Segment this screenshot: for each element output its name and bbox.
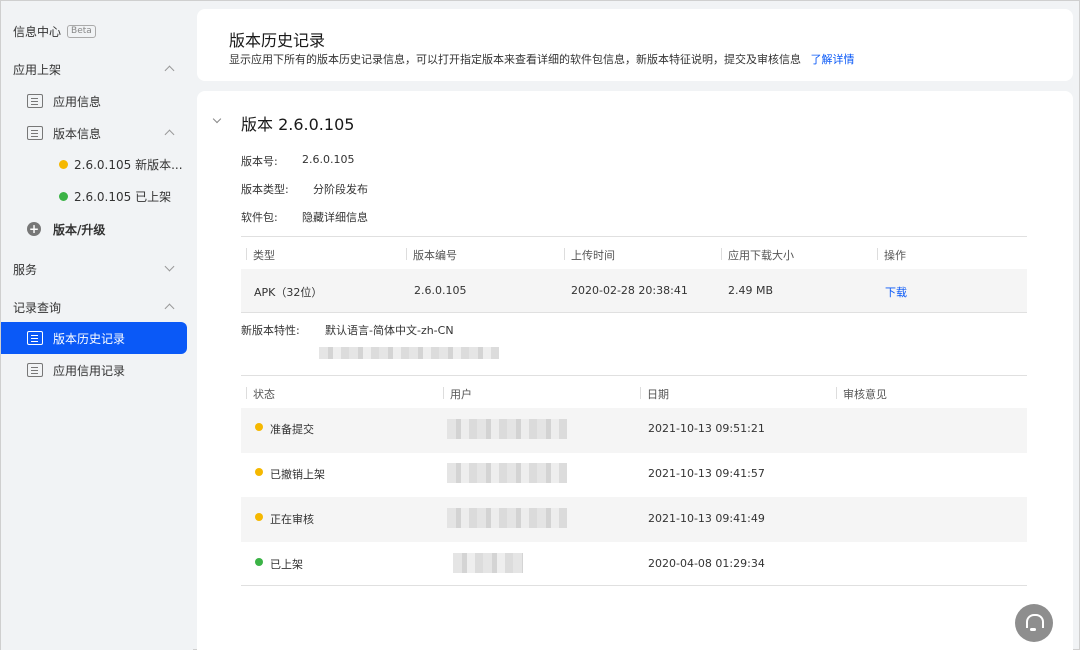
plus-icon: + bbox=[27, 222, 41, 236]
date-text: 2021-10-13 09:41:57 bbox=[648, 467, 765, 480]
document-icon bbox=[27, 94, 43, 108]
column-header: 操作 bbox=[877, 248, 906, 262]
credit-record-icon bbox=[27, 363, 43, 377]
status-text: 已上架 bbox=[270, 558, 303, 571]
redacted-user bbox=[447, 419, 567, 439]
item-label: 版本/升级 bbox=[53, 222, 106, 237]
table-row: 已撤销上架 2021-10-13 09:41:57 bbox=[241, 453, 1027, 497]
redacted-user bbox=[447, 463, 567, 483]
status-dot-icon bbox=[255, 513, 263, 521]
package-label: 软件包: bbox=[241, 211, 278, 224]
download-link[interactable]: 下载 bbox=[885, 284, 907, 300]
column-header: 状态 bbox=[246, 387, 275, 401]
redacted-user bbox=[453, 553, 523, 573]
learn-more-link[interactable]: 了解详情 bbox=[811, 53, 855, 66]
info-center-label: 信息中心 bbox=[13, 24, 62, 39]
group-label: 记录查询 bbox=[13, 300, 62, 315]
status-text: 已撤销上架 bbox=[270, 468, 325, 481]
version-type-label: 版本类型: bbox=[241, 183, 289, 196]
hide-details-link[interactable]: 隐藏详细信息 bbox=[302, 209, 368, 225]
sidebar-item-version-info[interactable]: 版本信息 bbox=[1, 117, 193, 149]
table-header: 类型 版本编号 上传时间 应用下载大小 操作 bbox=[241, 236, 1027, 269]
package-table: 类型 版本编号 上传时间 应用下载大小 操作 APK（32位） 2.6.0.10… bbox=[241, 236, 1027, 314]
status-dot-icon bbox=[255, 423, 263, 431]
date-text: 2021-10-13 09:51:21 bbox=[648, 422, 765, 435]
sidebar-info-center[interactable]: 信息中心 Beta bbox=[1, 15, 193, 47]
sidebar-group-app-listing[interactable]: 应用上架 bbox=[1, 53, 193, 85]
sidebar-item-version-new[interactable]: 2.6.0.105 新版本... bbox=[1, 148, 193, 180]
column-header: 用户 bbox=[443, 387, 472, 401]
sidebar-item-version-history[interactable]: 版本历史记录 bbox=[1, 322, 187, 354]
item-label: 2.6.0.105 新版本... bbox=[74, 157, 183, 172]
status-dot-icon bbox=[59, 159, 68, 169]
sidebar-item-credit-record[interactable]: 应用信用记录 bbox=[1, 354, 193, 386]
version-card: 版本 2.6.0.105 版本号: 2.6.0.105 版本类型: 分阶段发布 … bbox=[197, 91, 1073, 650]
page-description: 显示应用下所有的版本历史记录信息，可以打开指定版本来查看详细的软件包信息，新版本… bbox=[229, 51, 855, 67]
collapse-chevron-icon[interactable] bbox=[212, 114, 222, 124]
download-size: 2.49 MB bbox=[728, 284, 774, 297]
status-text: 准备提交 bbox=[270, 423, 314, 436]
column-header: 类型 bbox=[246, 248, 275, 262]
features-label: 新版本特性: bbox=[241, 324, 300, 337]
chevron-up-icon bbox=[164, 129, 175, 140]
date-text: 2020-04-08 01:29:34 bbox=[648, 557, 765, 570]
chevron-up-icon bbox=[164, 303, 175, 314]
package-version: 2.6.0.105 bbox=[414, 284, 467, 297]
status-dot-icon bbox=[255, 558, 263, 566]
chevron-up-icon bbox=[164, 65, 175, 76]
column-header: 应用下载大小 bbox=[721, 248, 794, 262]
redacted-text bbox=[319, 347, 499, 359]
table-row: APK（32位） 2.6.0.105 2020-02-28 20:38:41 2… bbox=[241, 269, 1027, 313]
column-header: 版本编号 bbox=[406, 248, 457, 262]
version-title: 版本 2.6.0.105 bbox=[241, 115, 355, 134]
column-header: 上传时间 bbox=[564, 248, 615, 262]
item-label: 版本历史记录 bbox=[53, 331, 126, 346]
item-label: 2.6.0.105 已上架 bbox=[74, 189, 172, 204]
description-text: 显示应用下所有的版本历史记录信息，可以打开指定版本来查看详细的软件包信息，新版本… bbox=[229, 53, 801, 66]
header-card: 版本历史记录 显示应用下所有的版本历史记录信息，可以打开指定版本来查看详细的软件… bbox=[197, 9, 1073, 81]
upload-time: 2020-02-28 20:38:41 bbox=[571, 284, 688, 297]
features-value: 默认语言-简体中文-zh-CN bbox=[325, 324, 454, 337]
column-header: 日期 bbox=[640, 387, 669, 401]
customer-service-headset-icon[interactable] bbox=[1015, 604, 1053, 642]
sidebar-item-app-info[interactable]: 应用信息 bbox=[1, 85, 193, 117]
version-document-icon bbox=[27, 126, 43, 140]
history-document-icon bbox=[27, 331, 43, 345]
item-label: 版本信息 bbox=[53, 126, 102, 141]
sidebar: 信息中心 Beta 应用上架 应用信息 版本信息 2.6.0.105 新版本..… bbox=[1, 1, 193, 650]
table-row: 准备提交 2021-10-13 09:51:21 bbox=[241, 408, 1027, 453]
chevron-down-icon bbox=[164, 261, 175, 272]
beta-badge: Beta bbox=[67, 24, 96, 38]
page-title: 版本历史记录 bbox=[229, 31, 326, 50]
item-label: 应用信用记录 bbox=[53, 363, 126, 378]
item-label: 应用信息 bbox=[53, 94, 102, 109]
version-type-value: 分阶段发布 bbox=[313, 183, 368, 196]
column-header: 审核意见 bbox=[836, 387, 887, 401]
sidebar-group-record-query[interactable]: 记录查询 bbox=[1, 291, 193, 323]
redacted-user bbox=[447, 508, 567, 528]
group-label: 应用上架 bbox=[13, 62, 62, 77]
sidebar-item-version-upgrade[interactable]: + 版本/升级 bbox=[1, 213, 193, 245]
status-dot-icon bbox=[59, 191, 68, 201]
group-label: 服务 bbox=[13, 262, 38, 277]
version-number-label: 版本号: bbox=[241, 155, 278, 168]
date-text: 2021-10-13 09:41:49 bbox=[648, 512, 765, 525]
status-text: 正在审核 bbox=[270, 513, 314, 526]
status-dot-icon bbox=[255, 468, 263, 476]
table-row: 正在审核 2021-10-13 09:41:49 bbox=[241, 497, 1027, 542]
table-header: 状态 用户 日期 审核意见 bbox=[241, 375, 1027, 408]
review-table: 状态 用户 日期 审核意见 准备提交 2021-10-13 09:51:21 已… bbox=[241, 375, 1027, 587]
table-row: 已上架 2020-04-08 01:29:34 bbox=[241, 542, 1027, 586]
package-type: APK（32位） bbox=[254, 286, 323, 299]
version-number-value: 2.6.0.105 bbox=[302, 153, 355, 166]
sidebar-item-version-listed[interactable]: 2.6.0.105 已上架 bbox=[1, 180, 193, 212]
sidebar-group-services[interactable]: 服务 bbox=[1, 253, 193, 285]
